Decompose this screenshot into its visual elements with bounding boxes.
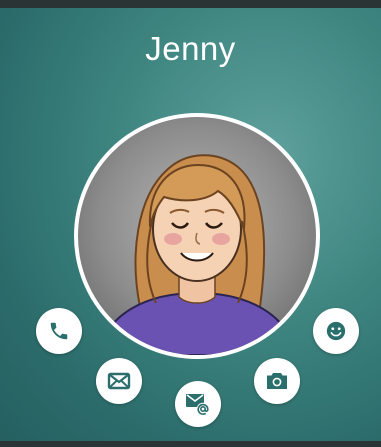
smiley-icon [325, 320, 347, 342]
envelope-icon [107, 371, 131, 391]
emoji-button[interactable] [313, 308, 359, 354]
message-button[interactable] [96, 358, 142, 404]
top-frame [0, 0, 381, 8]
camera-icon [265, 371, 289, 391]
contact-avatar[interactable] [74, 113, 320, 359]
call-button[interactable] [36, 308, 82, 354]
photo-button[interactable] [254, 358, 300, 404]
avatar-illustration [78, 117, 316, 355]
email-at-icon [185, 392, 211, 416]
bottom-frame [0, 441, 381, 447]
contact-name: Jenny [145, 30, 236, 67]
phone-icon [48, 320, 70, 342]
contact-screen: Jenny [0, 0, 381, 447]
email-button[interactable] [175, 381, 221, 427]
